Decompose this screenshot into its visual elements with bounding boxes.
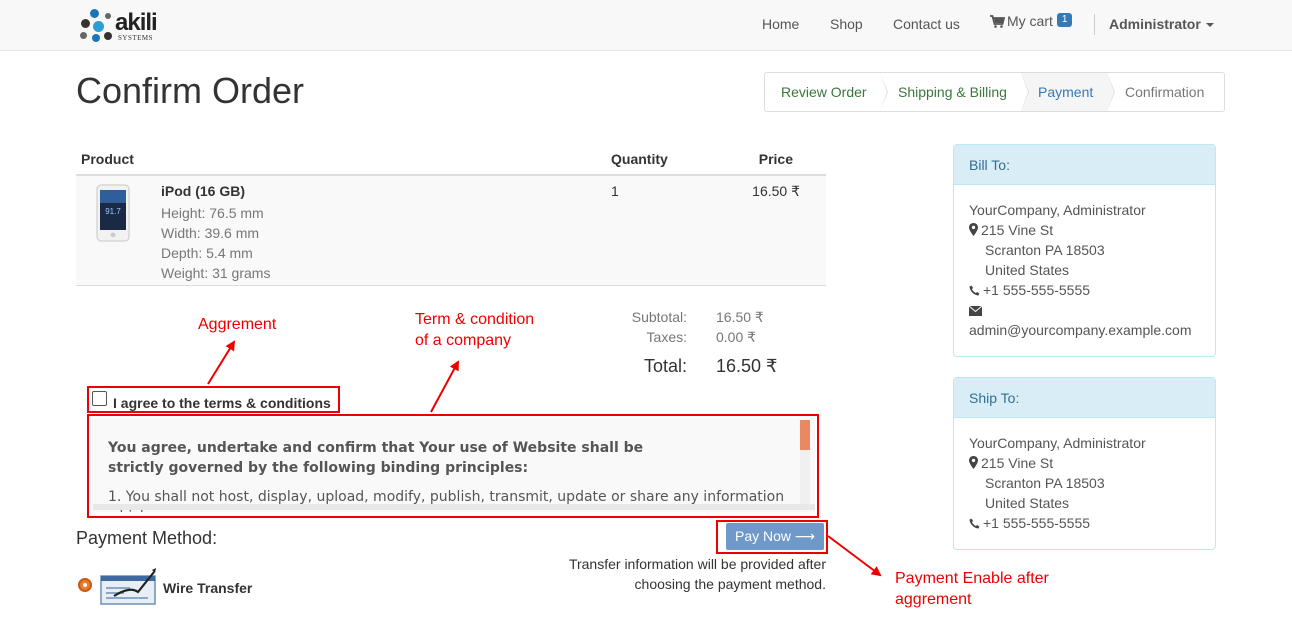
total-value: 16.50 ₹ [716, 356, 778, 376]
wizard-step-shipping[interactable]: Shipping & Billing [880, 73, 1029, 111]
wizard-step-label: Review Order [781, 84, 867, 100]
brand-subtitle: SYSTEMS [118, 34, 154, 42]
ship-to-street: 215 Vine St [981, 455, 1054, 471]
wizard-step-payment[interactable]: Payment [1021, 73, 1115, 111]
wire-transfer-icon [100, 568, 156, 605]
wizard-step-label: Payment [1038, 84, 1094, 100]
taxes-label: Taxes: [646, 329, 687, 345]
table-row: 91.7 iPod (16 GB) Height: 76.5 mm Width:… [76, 176, 826, 286]
bill-to-country: United States [985, 262, 1070, 278]
ship-to-title: Ship To: [954, 378, 1215, 418]
bill-to-street-line: 215 Vine St [969, 222, 1053, 238]
bill-to-panel: Bill To: YourCompany, Administrator 215 … [953, 144, 1216, 357]
product-quantity: 1 [611, 183, 619, 199]
annotation-payment-line: aggrement [895, 591, 972, 608]
chevron-down-icon [1205, 23, 1214, 28]
terms-heading-line: strictly governed by the following bindi… [108, 460, 529, 476]
map-marker-icon [969, 456, 978, 469]
cart-label: My cart [1007, 13, 1053, 29]
ship-to-phone-line: +1 555-555-5555 [969, 515, 1090, 531]
product-attribute: Depth: 5.4 mm [161, 245, 253, 261]
phone-icon [969, 285, 980, 296]
bill-to-phone-line: +1 555-555-5555 [969, 282, 1090, 298]
wizard-step-confirmation: Confirmation [1107, 73, 1224, 111]
nav-contact-link[interactable]: Contact us [893, 16, 960, 32]
nav-home-link[interactable]: Home [762, 16, 799, 32]
subtotal-value: 16.50 ₹ [716, 309, 764, 325]
pay-now-button[interactable]: Pay Now ⟶ [726, 523, 824, 550]
transfer-note: Transfer information will be provided af… [556, 554, 826, 594]
ship-to-phone: +1 555-555-5555 [983, 515, 1091, 531]
brand-logo[interactable]: akili SYSTEMS [78, 7, 168, 45]
column-header-quantity: Quantity [611, 151, 668, 167]
bill-to-name: YourCompany, Administrator [969, 202, 1146, 218]
wire-transfer-label[interactable]: Wire Transfer [163, 580, 252, 596]
agree-checkbox[interactable] [92, 391, 107, 406]
ship-to-city: Scranton PA 18503 [985, 475, 1105, 491]
envelope-icon [968, 303, 983, 319]
terms-scrollbar-thumb[interactable] [800, 420, 810, 450]
bill-to-email: admin@yourcompany.example.com [969, 322, 1192, 338]
ship-to-name: YourCompany, Administrator [969, 435, 1146, 451]
product-attribute: Height: 76.5 mm [161, 205, 264, 221]
annotation-terms: Term & condition of a company [415, 309, 534, 351]
product-name[interactable]: iPod (16 GB) [161, 183, 245, 199]
cart-count-badge: 1 [1056, 13, 1073, 27]
wire-transfer-radio[interactable] [78, 578, 92, 592]
cart-icon [990, 15, 1006, 28]
agree-checkbox-label[interactable]: I agree to the terms & conditions [113, 395, 331, 411]
arrow-agreement [207, 340, 236, 385]
column-header-price: Price [758, 151, 793, 167]
wizard-step-label: Confirmation [1125, 84, 1205, 100]
bill-to-street: 215 Vine St [981, 222, 1054, 238]
product-attribute: Width: 39.6 mm [161, 225, 260, 241]
phone-icon [969, 518, 980, 529]
terms-heading-line: You agree, undertake and confirm that Yo… [108, 440, 644, 456]
annotation-agreement: Aggrement [198, 316, 277, 333]
terms-scroll-area[interactable]: You agree, undertake and confirm that Yo… [91, 418, 815, 512]
ship-to-country: United States [985, 495, 1070, 511]
ship-to-street-line: 215 Vine St [969, 455, 1053, 471]
column-header-product: Product [81, 151, 134, 167]
annotation-payment: Payment Enable after aggrement [895, 568, 1049, 610]
terms-heading: You agree, undertake and confirm that Yo… [108, 438, 708, 478]
taxes-value: 0.00 ₹ [716, 329, 757, 345]
total-label: Total: [643, 356, 687, 376]
logo-dots-icon [78, 7, 118, 45]
annotation-terms-line: Term & condition [415, 311, 535, 328]
wizard-step-label: Shipping & Billing [898, 84, 1007, 100]
arrow-payment [827, 535, 882, 577]
checkout-wizard: Review Order Shipping & Billing Payment … [764, 72, 1225, 112]
page-title: Confirm Order [76, 70, 305, 111]
terms-highlight: You agree, undertake and confirm that Yo… [87, 414, 819, 518]
product-attribute: Weight: 31 grams [161, 265, 271, 281]
terms-horizontal-scrollbar[interactable] [93, 504, 815, 510]
annotation-terms-line: of a company [415, 332, 512, 349]
user-name: Administrator [1109, 16, 1201, 32]
map-marker-icon [969, 223, 978, 236]
product-screen-text: 91.7 [105, 207, 121, 216]
ship-to-panel: Ship To: YourCompany, Administrator 215 … [953, 377, 1216, 550]
subtotal-label: Subtotal: [631, 309, 687, 325]
product-price: 16.50 ₹ [752, 183, 800, 199]
annotation-payment-line: Payment Enable after [895, 570, 1049, 587]
bill-to-title: Bill To: [954, 145, 1215, 185]
top-navbar: akili SYSTEMS Home Shop Contact us My ca… [0, 0, 1292, 51]
wizard-step-review[interactable]: Review Order [765, 73, 888, 111]
arrow-terms [430, 360, 459, 413]
nav-shop-link[interactable]: Shop [830, 16, 863, 32]
bill-to-phone: +1 555-555-5555 [983, 282, 1091, 298]
transfer-note-line: choosing the payment method. [634, 576, 826, 592]
nav-cart-link[interactable]: My cart 1 [990, 13, 1073, 31]
user-menu[interactable]: Administrator [1109, 16, 1214, 32]
payment-method-title: Payment Method: [76, 528, 218, 548]
product-image: 91.7 [96, 184, 130, 242]
nav-divider [1094, 14, 1095, 35]
brand-name: akili [115, 9, 158, 36]
bill-to-city: Scranton PA 18503 [985, 242, 1105, 258]
transfer-note-line: Transfer information will be provided af… [568, 556, 826, 572]
